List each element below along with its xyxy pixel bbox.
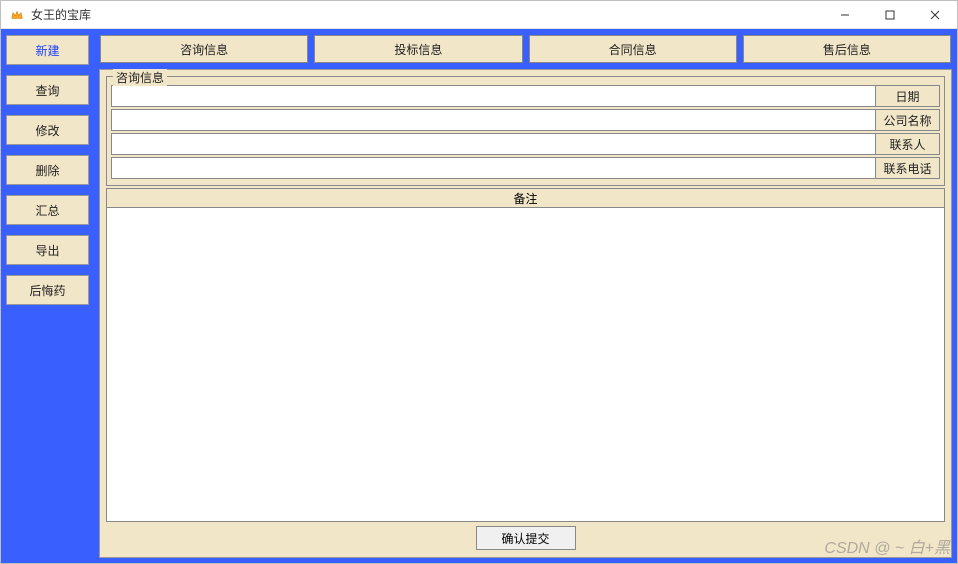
sidebar-item-new[interactable]: 新建 <box>6 35 89 65</box>
sidebar-item-label: 后悔药 <box>29 282 65 299</box>
tab-contract[interactable]: 合同信息 <box>529 35 737 63</box>
remarks-header: 备注 <box>106 188 945 208</box>
tab-label: 投标信息 <box>394 41 442 58</box>
tab-row: 咨询信息 投标信息 合同信息 售后信息 <box>99 34 952 66</box>
sidebar-item-delete[interactable]: 删除 <box>6 155 89 185</box>
form-groupbox: 咨询信息 日期 公司名称 联系人 联系电话 <box>106 76 945 186</box>
tab-label: 售后信息 <box>823 41 871 58</box>
remarks-label: 备注 <box>513 190 537 207</box>
sidebar-item-query[interactable]: 查询 <box>6 75 89 105</box>
phone-input[interactable] <box>111 157 876 179</box>
date-label: 日期 <box>876 85 940 107</box>
sidebar-item-undo[interactable]: 后悔药 <box>6 275 89 305</box>
sidebar-item-label: 删除 <box>35 162 59 179</box>
form-row-company: 公司名称 <box>111 109 940 131</box>
remarks-textarea[interactable] <box>106 208 945 522</box>
client-area: 新建 查询 修改 删除 汇总 导出 后悔药 咨询信息 投标信息 合同信息 售后信… <box>1 29 957 563</box>
close-button[interactable] <box>912 1 957 29</box>
submit-label: 确认提交 <box>501 530 549 547</box>
form-footer: 确认提交 <box>106 522 945 554</box>
tab-label: 合同信息 <box>609 41 657 58</box>
form-panel: 咨询信息 日期 公司名称 联系人 联系电话 <box>99 69 952 558</box>
sidebar-item-label: 导出 <box>35 242 59 259</box>
tab-aftersale[interactable]: 售后信息 <box>743 35 951 63</box>
sidebar-item-summary[interactable]: 汇总 <box>6 195 89 225</box>
window-title: 女王的宝库 <box>31 6 91 23</box>
contact-input[interactable] <box>111 133 876 155</box>
titlebar: 女王的宝库 <box>1 1 957 29</box>
form-row-date: 日期 <box>111 85 940 107</box>
sidebar: 新建 查询 修改 删除 汇总 导出 后悔药 <box>1 29 94 563</box>
tab-bid[interactable]: 投标信息 <box>314 35 522 63</box>
contact-label: 联系人 <box>876 133 940 155</box>
sidebar-item-label: 新建 <box>35 42 59 59</box>
group-title: 咨询信息 <box>113 69 167 86</box>
sidebar-item-label: 汇总 <box>35 202 59 219</box>
minimize-button[interactable] <box>822 1 867 29</box>
sidebar-item-modify[interactable]: 修改 <box>6 115 89 145</box>
maximize-button[interactable] <box>867 1 912 29</box>
tab-label: 咨询信息 <box>180 41 228 58</box>
main-area: 咨询信息 投标信息 合同信息 售后信息 咨询信息 日期 公司名称 <box>94 29 957 563</box>
form-row-phone: 联系电话 <box>111 157 940 179</box>
crown-icon <box>9 7 25 23</box>
company-label: 公司名称 <box>876 109 940 131</box>
sidebar-item-label: 查询 <box>35 82 59 99</box>
phone-label: 联系电话 <box>876 157 940 179</box>
app-window: 女王的宝库 新建 查询 修改 删除 汇总 导出 后悔药 咨询信息 投标信息 <box>0 0 958 564</box>
form-row-contact: 联系人 <box>111 133 940 155</box>
sidebar-item-export[interactable]: 导出 <box>6 235 89 265</box>
submit-button[interactable]: 确认提交 <box>476 526 576 550</box>
date-input[interactable] <box>111 85 876 107</box>
company-input[interactable] <box>111 109 876 131</box>
tab-consult[interactable]: 咨询信息 <box>100 35 308 63</box>
sidebar-item-label: 修改 <box>35 122 59 139</box>
